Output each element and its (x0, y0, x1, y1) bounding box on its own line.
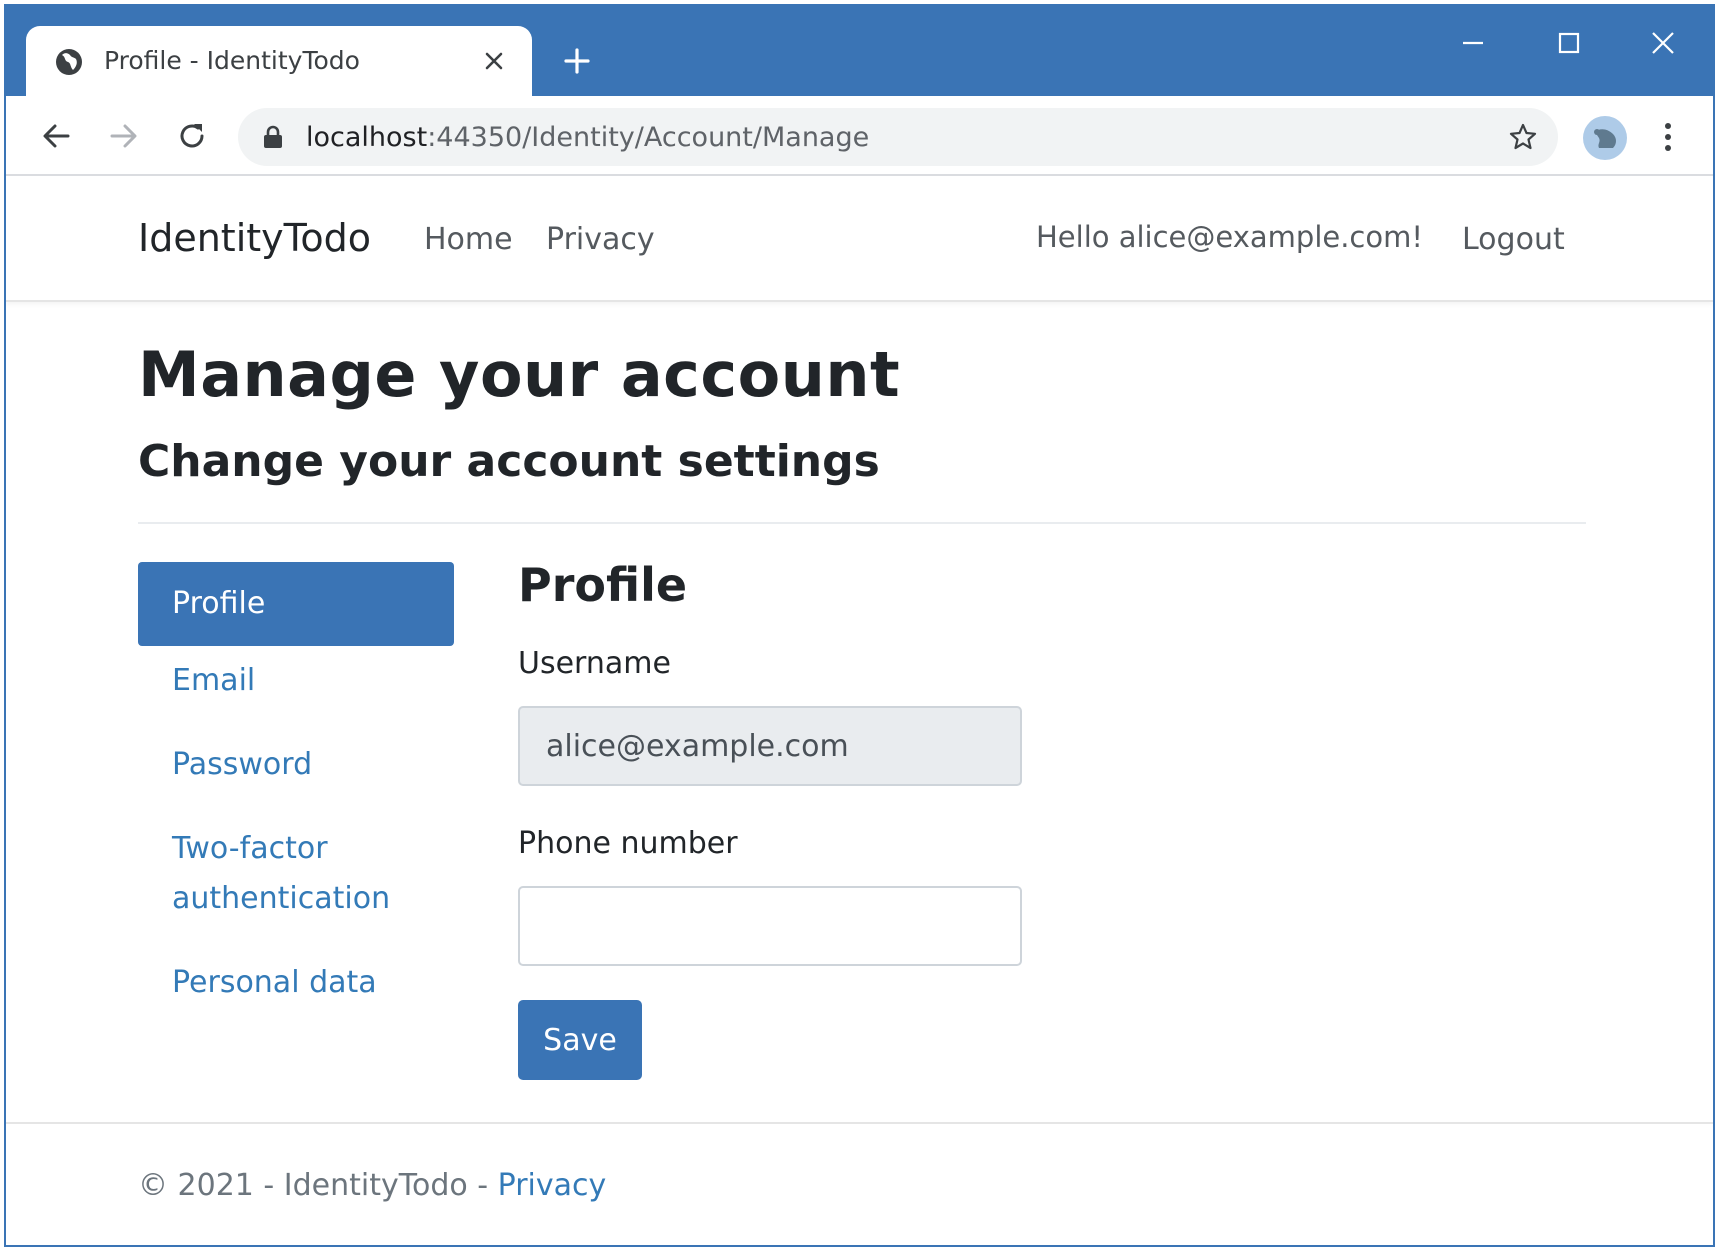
forward-arrow-icon[interactable] (106, 118, 142, 154)
more-menu-icon[interactable] (1662, 118, 1674, 156)
sidebar-item-two-factor[interactable]: Two-factor authentication (138, 824, 454, 924)
tab-title: Profile - IdentityTodo (104, 46, 360, 75)
browser-window: Profile - IdentityTodo localhost:44350/I… (4, 4, 1715, 1247)
address-bar[interactable]: localhost:44350/Identity/Account/Manage (238, 108, 1558, 166)
divider (138, 522, 1586, 524)
sidebar-item-email[interactable]: Email (138, 656, 454, 706)
phone-label: Phone number (518, 826, 738, 861)
username-field[interactable] (518, 706, 1022, 786)
globe-icon (56, 49, 82, 75)
profile-avatar-icon[interactable] (1583, 116, 1627, 160)
footer-privacy-link[interactable]: Privacy (498, 1168, 607, 1203)
lock-icon[interactable] (262, 125, 284, 149)
reload-icon[interactable] (174, 118, 210, 154)
logout-button[interactable]: Logout (1462, 222, 1565, 257)
site-footer: © 2021 - IdentityTodo - Privacy (6, 1122, 1713, 1245)
page-title: Manage your account (138, 338, 901, 411)
username-label: Username (518, 646, 671, 681)
sidebar-item-profile[interactable]: Profile (138, 562, 454, 646)
minimize-icon[interactable] (1458, 28, 1488, 58)
close-window-icon[interactable] (1648, 28, 1678, 58)
browser-tab[interactable]: Profile - IdentityTodo (26, 26, 532, 96)
back-arrow-icon[interactable] (38, 118, 74, 154)
nav-link-home[interactable]: Home (424, 222, 513, 257)
bookmark-star-icon[interactable] (1508, 122, 1538, 152)
sidebar-item-two-factor-line2: authentication (172, 881, 391, 916)
page-subtitle: Change your account settings (138, 436, 880, 487)
sidebar-item-personal-data[interactable]: Personal data (138, 958, 454, 1008)
nav-link-privacy[interactable]: Privacy (546, 222, 655, 257)
footer-text: © 2021 - IdentityTodo - Privacy (138, 1168, 607, 1203)
url-text[interactable]: localhost:44350/Identity/Account/Manage (306, 122, 869, 153)
profile-heading: Profile (518, 558, 688, 612)
title-bar: Profile - IdentityTodo (6, 6, 1713, 96)
web-page: IdentityTodo Home Privacy Hello alice@ex… (6, 178, 1713, 1245)
maximize-icon[interactable] (1554, 28, 1584, 58)
sidebar-item-password[interactable]: Password (138, 740, 454, 790)
save-button[interactable]: Save (518, 1000, 642, 1080)
browser-toolbar: localhost:44350/Identity/Account/Manage (6, 96, 1713, 176)
brand-link[interactable]: IdentityTodo (138, 216, 371, 260)
site-navbar: IdentityTodo Home Privacy Hello alice@ex… (6, 178, 1713, 302)
user-greeting[interactable]: Hello alice@example.com! (1036, 220, 1423, 254)
new-tab-icon[interactable] (562, 46, 592, 76)
sidebar-item-two-factor-line1: Two-factor (172, 831, 328, 866)
close-tab-icon[interactable] (482, 49, 506, 73)
phone-number-field[interactable] (518, 886, 1022, 966)
